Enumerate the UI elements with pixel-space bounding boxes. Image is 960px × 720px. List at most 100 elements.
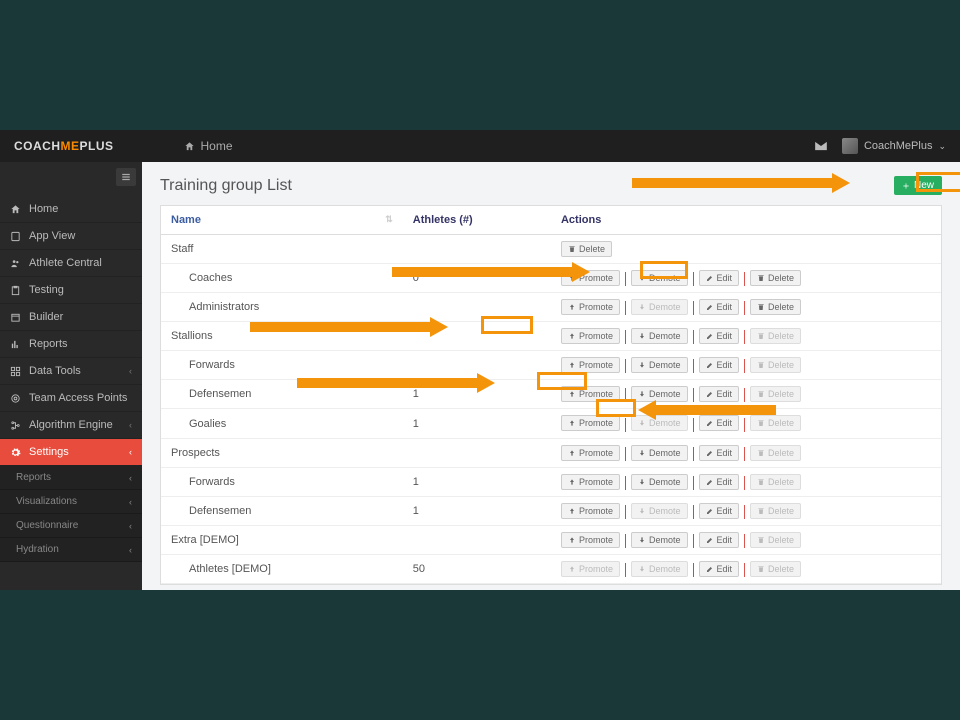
- cell-athletes: [403, 322, 551, 351]
- delete-button: Delete: [750, 503, 801, 519]
- cell-athletes: [403, 525, 551, 554]
- sidebar-item-settings[interactable]: Settings‹: [0, 439, 142, 466]
- cell-actions: Promote Demote Edit Delete: [551, 438, 941, 467]
- edit-button[interactable]: Edit: [699, 445, 740, 461]
- demote-button[interactable]: Demote: [631, 445, 688, 461]
- cell-actions: Promote Demote Edit Delete: [551, 264, 941, 293]
- sidebar-item-datatools[interactable]: Data Tools‹: [0, 358, 142, 385]
- menu-icon: [120, 172, 132, 182]
- cell-name: Goalies: [161, 409, 403, 438]
- users-icon: [10, 258, 21, 269]
- promote-button[interactable]: Promote: [561, 503, 620, 519]
- demote-button[interactable]: Demote: [631, 532, 688, 548]
- sidebar-item-athletecentral[interactable]: Athlete Central: [0, 250, 142, 277]
- demote-button[interactable]: Demote: [631, 270, 688, 286]
- demote-button[interactable]: Demote: [631, 328, 688, 344]
- cell-actions: Promote Demote Edit Delete: [551, 409, 941, 438]
- delete-button[interactable]: Delete: [561, 241, 612, 257]
- new-button[interactable]: New: [894, 176, 942, 195]
- cell-actions: Promote Demote Edit Delete: [551, 351, 941, 380]
- sidebar-item-teamaccess[interactable]: Team Access Points: [0, 385, 142, 412]
- edit-button[interactable]: Edit: [699, 415, 740, 431]
- cell-name: Defensemen: [161, 380, 403, 409]
- delete-button: Delete: [750, 532, 801, 548]
- edit-button[interactable]: Edit: [699, 328, 740, 344]
- subnav-visualizations[interactable]: Visualizations‹: [0, 490, 142, 514]
- edit-button[interactable]: Edit: [699, 357, 740, 373]
- sidebar-item-appview[interactable]: App View: [0, 223, 142, 250]
- cell-name: Forwards: [161, 467, 403, 496]
- cell-athletes: [403, 438, 551, 467]
- sidebar-item-reports[interactable]: Reports: [0, 331, 142, 358]
- cell-actions: Promote Demote Edit Delete: [551, 380, 941, 409]
- target-icon: [10, 393, 21, 404]
- promote-button[interactable]: Promote: [561, 357, 620, 373]
- promote-button[interactable]: Promote: [561, 532, 620, 548]
- breadcrumb[interactable]: Home: [184, 139, 233, 153]
- subnav-questionnaire[interactable]: Questionnaire‹: [0, 514, 142, 538]
- cell-athletes: [403, 293, 551, 322]
- delete-button: Delete: [750, 415, 801, 431]
- table-row: Defensemen1 Promote Demote Edit Delete: [161, 380, 941, 409]
- cell-actions: Promote Demote Edit Delete: [551, 554, 941, 583]
- demote-button[interactable]: Demote: [631, 474, 688, 490]
- edit-button[interactable]: Edit: [699, 532, 740, 548]
- table-row: Goalies1 Promote Demote Edit Delete: [161, 409, 941, 438]
- chevron-down-icon: ⌄: [938, 141, 946, 152]
- cell-name: Athletes [DEMO]: [161, 554, 403, 583]
- mail-icon[interactable]: [814, 139, 828, 153]
- promote-button[interactable]: Promote: [561, 270, 620, 286]
- edit-button[interactable]: Edit: [699, 386, 740, 402]
- delete-button[interactable]: Delete: [750, 299, 801, 315]
- clipboard-icon: [10, 285, 21, 296]
- subnav-reports[interactable]: Reports‹: [0, 466, 142, 490]
- promote-button[interactable]: Promote: [561, 474, 620, 490]
- promote-button[interactable]: Promote: [561, 445, 620, 461]
- promote-button[interactable]: Promote: [561, 328, 620, 344]
- col-name[interactable]: Name⇅: [161, 206, 403, 235]
- delete-button: Delete: [750, 386, 801, 402]
- edit-button[interactable]: Edit: [699, 474, 740, 490]
- cell-actions: Promote Demote Edit Delete: [551, 496, 941, 525]
- demote-button: Demote: [631, 503, 688, 519]
- subnav-hydration[interactable]: Hydration‹: [0, 538, 142, 562]
- sidebar: Home App View Athlete Central Testing Bu…: [0, 162, 142, 590]
- calendar-icon: [10, 312, 21, 323]
- edit-button[interactable]: Edit: [699, 299, 740, 315]
- table-row: Stallions Promote Demote Edit Delete: [161, 322, 941, 351]
- cell-name: Administrators: [161, 293, 403, 322]
- demote-button: Demote: [631, 299, 688, 315]
- user-menu[interactable]: CoachMePlus ⌄: [842, 138, 946, 154]
- sidebar-item-testing[interactable]: Testing: [0, 277, 142, 304]
- sidebar-item-home[interactable]: Home: [0, 196, 142, 223]
- sidebar-item-algorithm[interactable]: Algorithm Engine‹: [0, 412, 142, 439]
- sidebar-toggle[interactable]: [116, 168, 136, 186]
- cell-actions: Promote Demote Edit Delete: [551, 525, 941, 554]
- logo: COACHMEPLUS: [14, 139, 114, 153]
- cell-actions: Promote Demote Edit Delete: [551, 322, 941, 351]
- cell-name: Forwards: [161, 351, 403, 380]
- delete-button[interactable]: Delete: [750, 270, 801, 286]
- demote-button[interactable]: Demote: [631, 386, 688, 402]
- delete-button: Delete: [750, 445, 801, 461]
- delete-button: Delete: [750, 328, 801, 344]
- edit-button[interactable]: Edit: [699, 270, 740, 286]
- col-athletes[interactable]: Athletes (#): [403, 206, 551, 235]
- sidebar-item-builder[interactable]: Builder: [0, 304, 142, 331]
- table-row: Administrators Promote Demote Edit Delet…: [161, 293, 941, 322]
- cell-name: Prospects: [161, 438, 403, 467]
- table-row: Prospects Promote Demote Edit Delete: [161, 438, 941, 467]
- promote-button[interactable]: Promote: [561, 386, 620, 402]
- user-label: CoachMePlus: [864, 140, 932, 152]
- table-row: Forwards Promote Demote Edit Delete: [161, 351, 941, 380]
- delete-button: Delete: [750, 474, 801, 490]
- edit-button[interactable]: Edit: [699, 561, 740, 577]
- avatar: [842, 138, 858, 154]
- table-row: Defensemen1 Promote Demote Edit Delete: [161, 496, 941, 525]
- table-row: Extra [DEMO] Promote Demote Edit Delete: [161, 525, 941, 554]
- promote-button[interactable]: Promote: [561, 299, 620, 315]
- edit-button[interactable]: Edit: [699, 503, 740, 519]
- breadcrumb-home: Home: [201, 139, 233, 153]
- promote-button[interactable]: Promote: [561, 415, 620, 431]
- demote-button[interactable]: Demote: [631, 357, 688, 373]
